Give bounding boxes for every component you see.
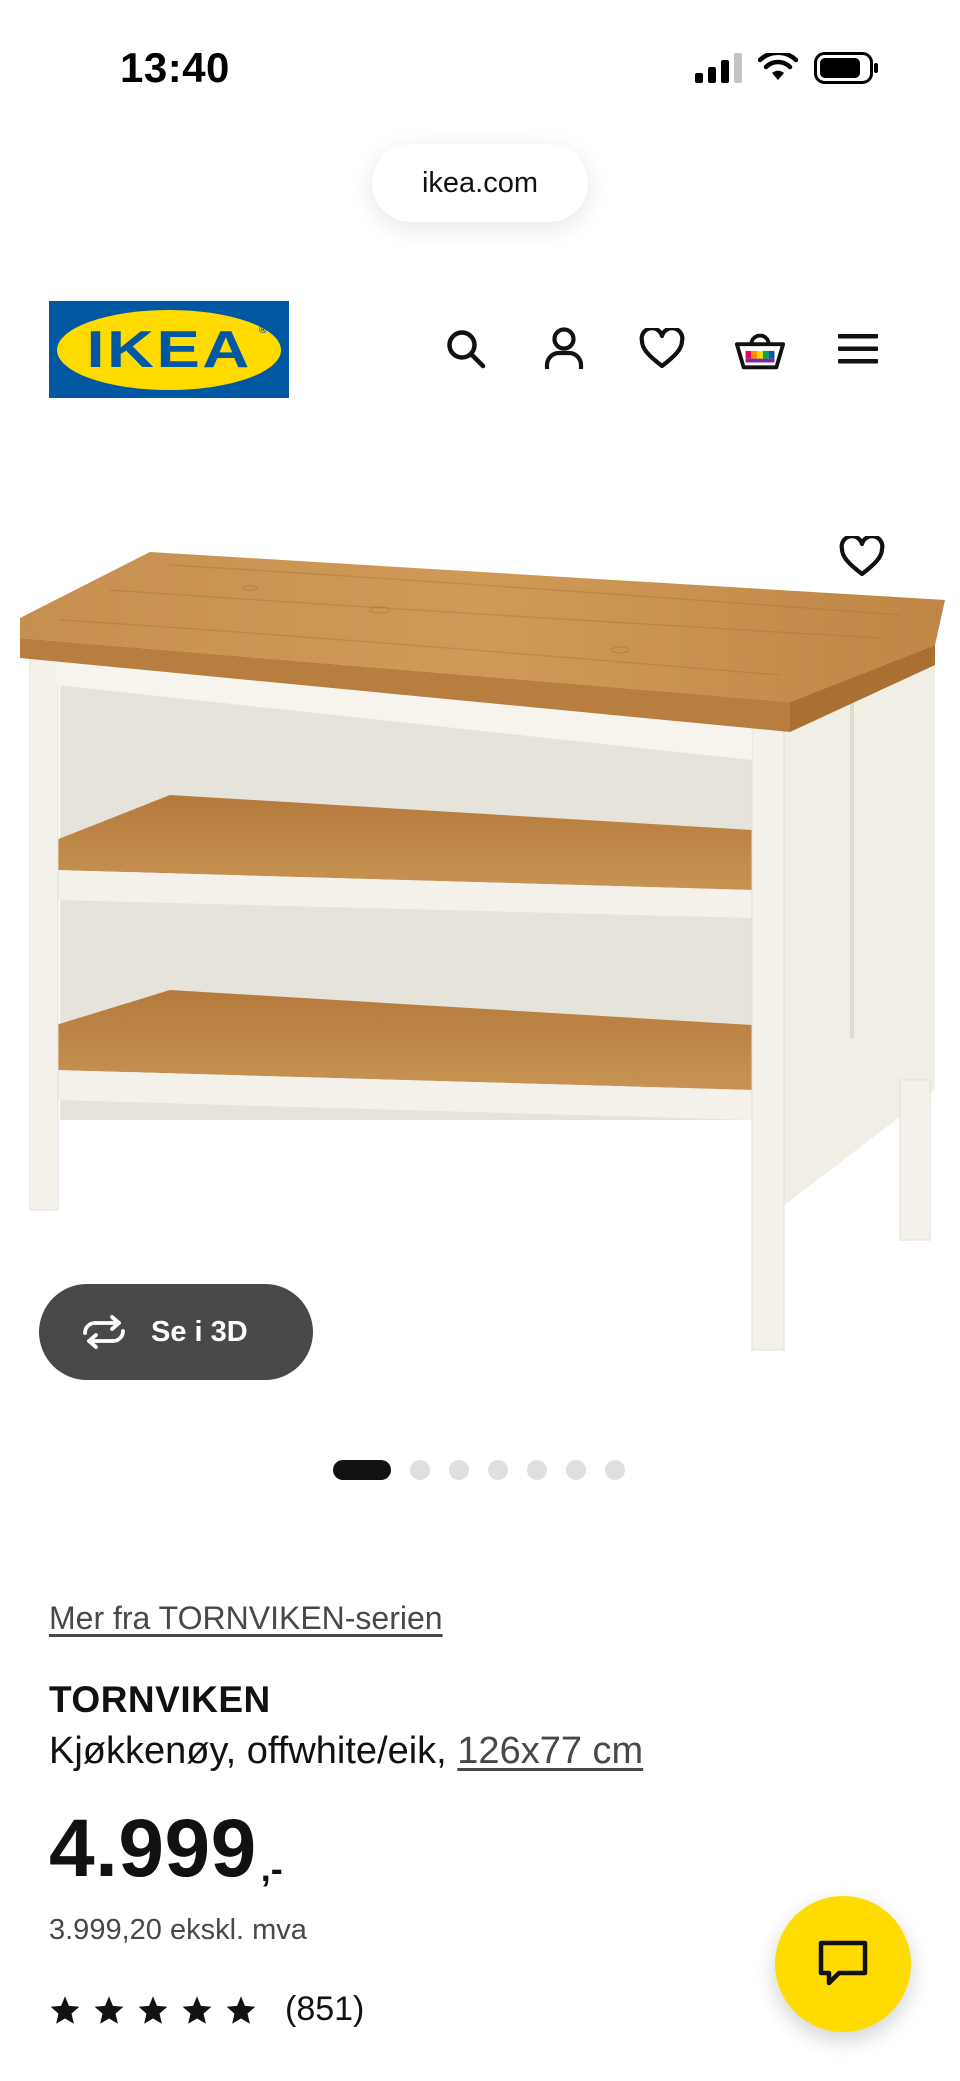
favourites-button[interactable] — [636, 314, 688, 384]
wifi-icon — [758, 53, 798, 80]
review-count: (851) — [285, 1990, 365, 2028]
view-in-3d-button[interactable]: Se i 3D — [39, 1284, 313, 1380]
carousel-dot-active[interactable] — [333, 1460, 391, 1480]
heart-icon — [639, 328, 685, 369]
registered-mark-icon: ® — [258, 323, 267, 336]
product-description: Kjøkkenøy, offwhite/eik, 126x77 cm — [49, 1730, 643, 1773]
heart-icon — [839, 536, 885, 577]
star-icon — [182, 1995, 212, 2024]
star-icon — [138, 1995, 168, 2024]
price: 4.999 ,- — [49, 1808, 283, 1890]
price-suffix: ,- — [260, 1847, 283, 1889]
hamburger-menu-icon — [838, 334, 878, 364]
logo-oval: IKEA ® — [57, 309, 281, 390]
chat-bubble-icon — [818, 1940, 868, 1986]
status-time: 13:40 — [120, 44, 230, 91]
battery-icon — [814, 52, 878, 84]
price-amount: 4.999 — [49, 1803, 257, 1894]
account-button[interactable] — [538, 314, 590, 384]
header-nav — [440, 314, 884, 384]
star-icon — [50, 1995, 80, 2024]
rating-summary[interactable]: (851) — [49, 1990, 364, 2029]
carousel-dot[interactable] — [566, 1460, 586, 1480]
status-bar: 13:40 — [0, 0, 960, 140]
image-carousel-indicator — [333, 1460, 625, 1480]
address-bar[interactable]: ikea.com — [372, 144, 588, 222]
cellular-signal-icon — [695, 53, 742, 83]
carousel-dot[interactable] — [410, 1460, 430, 1480]
logo-text: IKEA — [86, 320, 252, 379]
carousel-dot[interactable] — [488, 1460, 508, 1480]
basket-icon — [734, 333, 786, 370]
product-type-text: Kjøkkenøy, offwhite/eik, — [49, 1730, 458, 1772]
rotate-3d-icon — [83, 1315, 125, 1349]
ikea-logo[interactable]: IKEA ® — [49, 301, 289, 398]
account-icon — [544, 327, 584, 369]
price-excluding-vat: 3.999,20 ekskl. mva — [49, 1914, 307, 1946]
star-icon — [226, 1995, 256, 2024]
status-icons — [695, 52, 880, 84]
search-icon — [447, 330, 486, 369]
product-name: TORNVIKEN — [49, 1679, 271, 1720]
search-button[interactable] — [440, 314, 492, 384]
carousel-dot[interactable] — [449, 1460, 469, 1480]
dimensions-link[interactable]: 126x77 cm — [457, 1730, 643, 1772]
star-icon — [94, 1995, 124, 2024]
basket-button[interactable] — [734, 314, 786, 384]
view-in-3d-label: Se i 3D — [151, 1315, 248, 1348]
carousel-dot[interactable] — [527, 1460, 547, 1480]
rating-stars — [49, 1995, 257, 2025]
chat-button[interactable] — [775, 1896, 911, 2032]
menu-button[interactable] — [832, 314, 884, 384]
add-to-favourites-button[interactable] — [830, 525, 894, 589]
url-text: ikea.com — [421, 166, 539, 199]
series-link[interactable]: Mer fra TORNVIKEN-serien — [49, 1600, 443, 1637]
carousel-dot[interactable] — [605, 1460, 625, 1480]
